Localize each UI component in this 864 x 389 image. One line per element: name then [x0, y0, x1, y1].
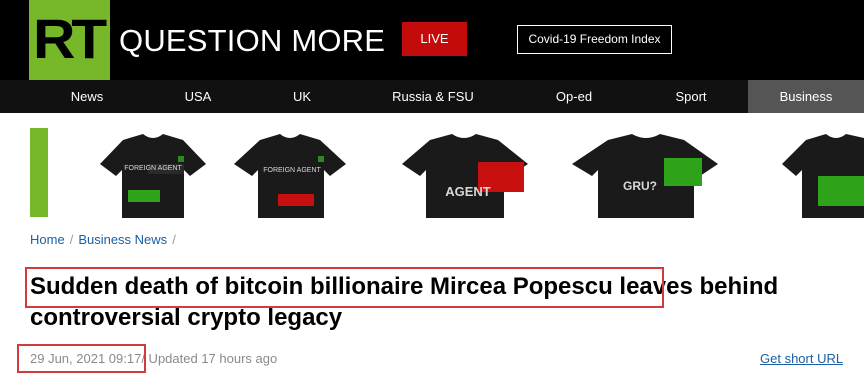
breadcrumb: Home / Business News / [30, 232, 181, 248]
nav-item-op-ed[interactable]: Op-ed [540, 80, 608, 113]
breadcrumb-separator: / [69, 232, 74, 247]
logo-text: RT [33, 7, 107, 70]
nav-item-business[interactable]: Business [748, 80, 864, 113]
tshirt-text: FOREIGN AGENT [263, 167, 321, 174]
tshirt-image: FOREIGN AGENT [232, 130, 352, 218]
updated-time: / Updated 17 hours ago [141, 351, 278, 366]
nav-item-news[interactable]: News [52, 80, 122, 113]
tshirt-text: GRU? [623, 179, 657, 193]
tshirt-image: AGENT [400, 130, 530, 218]
breadcrumb-home-link[interactable]: Home [30, 232, 65, 247]
covid-freedom-index-button[interactable]: Covid-19 Freedom Index [517, 25, 672, 54]
main-nav: News USA UK Russia & FSU Op-ed Sport Bus… [0, 80, 864, 113]
get-short-url-link[interactable]: Get short URL [760, 351, 843, 367]
promo-banner[interactable]: FOREIGN AGENT FOREIGN AGENT AGENT GRU? [0, 113, 864, 225]
rt-logo[interactable]: RT [29, 0, 110, 80]
site-slogan: QUESTION MORE [119, 23, 386, 58]
date-highlight-box [17, 344, 146, 373]
tshirt-image: FOREIGN AGENT [98, 130, 208, 218]
nav-item-russia-fsu[interactable]: Russia & FSU [383, 80, 483, 113]
tshirt-image [782, 130, 864, 218]
site-header: RT QUESTION MORE LIVE Covid-19 Freedom I… [0, 0, 864, 80]
tshirt-text: AGENT [445, 184, 491, 199]
nav-item-sport[interactable]: Sport [656, 80, 726, 113]
nav-item-uk[interactable]: UK [267, 80, 337, 113]
tshirt-text: FOREIGN AGENT [124, 165, 182, 172]
live-button[interactable]: LIVE [402, 22, 467, 56]
title-highlight-box [25, 267, 664, 308]
breadcrumb-business-news-link[interactable]: Business News [78, 232, 167, 247]
banner-accent-bar [30, 128, 48, 217]
nav-item-usa[interactable]: USA [163, 80, 233, 113]
tshirt-image: GRU? [568, 130, 738, 218]
breadcrumb-separator: / [172, 232, 176, 247]
